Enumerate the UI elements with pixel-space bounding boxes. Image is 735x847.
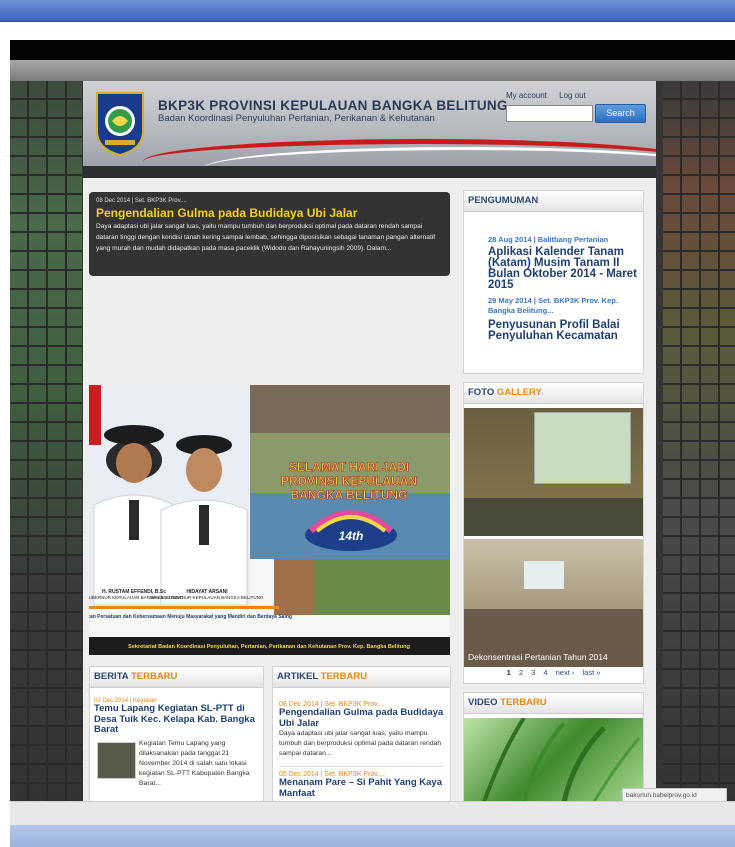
plant-leaves-art bbox=[482, 716, 641, 801]
gallery-caption: Dekonsentrasi Pertanian Tahun 2014 bbox=[468, 652, 608, 662]
page-container: BKP3K PROVINSI KEPULAUAN BANGKA BELITUNG… bbox=[83, 81, 656, 801]
article-title[interactable]: Pengendalian Gulma pada Budidaya Ubi Jal… bbox=[279, 707, 444, 729]
article-item: 08 Dec 2014 | Set. BKP3K Prov.... Pengen… bbox=[279, 701, 444, 759]
pengumuman-heading: PENGUMUMAN bbox=[464, 191, 643, 212]
news-item: 02 Dec 2014 | Kegiatan Temu Lapang Kegia… bbox=[94, 698, 259, 789]
featured-meta: 08 Dec 2014 | Set. BKP3K Prov.... bbox=[96, 198, 187, 204]
video-terbaru-box: VIDEO TERBARU bbox=[463, 692, 644, 801]
projector-screen bbox=[534, 412, 631, 484]
announcement-meta: 28 Aug 2014 | Balitbang Pertanian bbox=[488, 235, 609, 244]
pager-page[interactable]: 4 bbox=[543, 668, 547, 677]
banner-greeting-line3: BANGKA BELITUNG bbox=[291, 488, 408, 502]
browser-top-bar bbox=[0, 0, 735, 22]
featured-text: Daya adaptasi ubi jalar sangat luas, yai… bbox=[96, 223, 436, 252]
search-button[interactable]: Search bbox=[595, 104, 646, 123]
berita-heading: BERITA TERBARU bbox=[90, 667, 263, 688]
banner-slogan: Kuatkan Persatuan dan Kebersamaan Menuju… bbox=[89, 614, 292, 620]
pager-page[interactable]: 2 bbox=[519, 668, 523, 677]
artikel-heading-b: TERBARU bbox=[320, 671, 368, 682]
gallery-floor bbox=[464, 498, 643, 536]
left-tile-pattern bbox=[10, 81, 82, 801]
berita-heading-a: BERITA bbox=[94, 671, 131, 682]
site-header: BKP3K PROVINSI KEPULAUAN BANGKA BELITUNG… bbox=[83, 81, 656, 166]
foto-gallery-box: FOTO GALLERY Dekonsentrasi Pertanian Tah… bbox=[463, 382, 644, 684]
berita-heading-b: TERBARU bbox=[130, 671, 178, 682]
person2-role: WAKIL GUBERNUR KEPULAUAN BANGKA BELITUNG bbox=[151, 595, 264, 600]
anniversary-banner[interactable]: SELAMAT HARI JADI PROVINSI KEPULAUAN BAN… bbox=[89, 385, 450, 655]
province-shield-logo[interactable] bbox=[95, 91, 145, 157]
pager-page[interactable]: 1 bbox=[507, 668, 511, 677]
site-subtitle: Badan Koordinasi Penyuluhan Pertanian, P… bbox=[158, 113, 435, 124]
right-tile-pattern bbox=[663, 81, 735, 801]
video-thumbnail[interactable] bbox=[464, 716, 643, 801]
news-thumbnail[interactable] bbox=[97, 742, 136, 779]
article-item: 05 Dec 2014 | Set. BKP3K Prov.... Menana… bbox=[279, 766, 444, 799]
pager-last[interactable]: last » bbox=[582, 668, 600, 677]
announcement-item: 29 May 2014 | Set. BKP3K Prov. Kep. Bang… bbox=[488, 296, 640, 342]
pager-next[interactable]: next › bbox=[556, 668, 575, 677]
banner-greeting: SELAMAT HARI JADI bbox=[289, 460, 409, 474]
featured-title[interactable]: Pengendalian Gulma pada Budidaya Ubi Jal… bbox=[96, 206, 357, 220]
banner-artwork: SELAMAT HARI JADI PROVINSI KEPULAUAN BAN… bbox=[89, 385, 450, 655]
announcement-title[interactable]: Penyusunan Profil Balai Penyuluhan Kecam… bbox=[488, 319, 640, 342]
video-heading-b: TERBARU bbox=[500, 697, 547, 708]
video-heading: VIDEO TERBARU bbox=[464, 693, 643, 714]
search-input[interactable] bbox=[506, 105, 593, 122]
banner-anniversary: 14th bbox=[339, 529, 364, 543]
gallery-pager: 1 2 3 4 next › last » bbox=[464, 668, 643, 677]
log-out-link[interactable]: Log out bbox=[559, 91, 586, 100]
artikel-terbaru-box: ARTIKEL TERBARU 08 Dec 2014 | Set. BKP3K… bbox=[272, 666, 451, 801]
grey-band bbox=[10, 60, 735, 81]
artikel-heading-a: ARTIKEL bbox=[277, 671, 321, 682]
gallery-heading: FOTO GALLERY bbox=[464, 383, 643, 404]
pengumuman-box: PENGUMUMAN 28 Aug 2014 | Balitbang Perta… bbox=[463, 190, 644, 374]
gallery-heading-b: GALLERY bbox=[496, 387, 542, 398]
artikel-heading: ARTIKEL TERBARU bbox=[273, 667, 450, 688]
article-title[interactable]: Menanam Pare – Si Pahit Yang Kaya Manfaa… bbox=[279, 777, 444, 799]
gallery-heading-a: FOTO bbox=[468, 387, 497, 398]
browser-status-bar bbox=[10, 801, 735, 825]
projector-screen bbox=[524, 561, 564, 589]
banner-footer: Sekretariat Badan Koordinasi Penyuluhan,… bbox=[128, 644, 410, 650]
announcement-meta: 29 May 2014 | Set. BKP3K Prov. Kep. Bang… bbox=[488, 296, 618, 315]
banner-greeting-line2: PROVINSI KEPULAUAN bbox=[281, 474, 417, 488]
video-heading-a: VIDEO bbox=[468, 697, 501, 708]
site-title[interactable]: BKP3K PROVINSI KEPULAUAN BANGKA BELITUNG bbox=[158, 98, 508, 113]
article-text: Daya adaptasi ubi jalar sangat luas, yai… bbox=[279, 730, 442, 757]
my-account-link[interactable]: My account bbox=[506, 91, 547, 100]
header-bottom-strip bbox=[83, 166, 656, 178]
browser-gap bbox=[0, 22, 735, 40]
berita-terbaru-box: BERITA TERBARU 02 Dec 2014 | Kegiatan Te… bbox=[89, 666, 264, 801]
announcement-title[interactable]: Aplikasi Kalender Tanam (Katam) Musim Ta… bbox=[488, 246, 640, 291]
browser-bottom-bar bbox=[10, 825, 735, 847]
pager-page[interactable]: 3 bbox=[531, 668, 535, 677]
account-links: My account Log out bbox=[506, 91, 596, 100]
gallery-photo[interactable] bbox=[464, 408, 643, 536]
featured-article: 08 Dec 2014 | Set. BKP3K Prov.... Pengen… bbox=[89, 192, 450, 276]
black-band bbox=[10, 40, 735, 60]
announcement-item: 28 Aug 2014 | Balitbang Pertanian Aplika… bbox=[488, 235, 640, 291]
news-title[interactable]: Temu Lapang Kegiatan SL-PTT di Desa Tuik… bbox=[94, 703, 259, 736]
gallery-photo[interactable]: Dekonsentrasi Pertanian Tahun 2014 bbox=[464, 539, 643, 667]
